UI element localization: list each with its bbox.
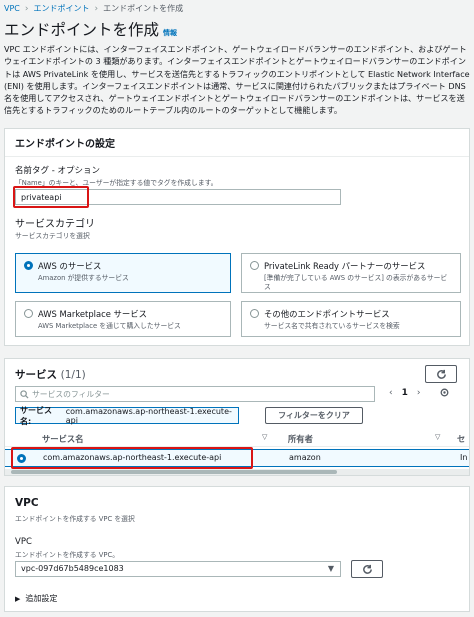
radio-aws-marketplace[interactable]: [24, 309, 33, 318]
tile-sub: サービス名で共有されているサービスを検索: [264, 322, 400, 330]
name-tag-highlight: [13, 186, 89, 208]
tile-title: PrivateLink Ready パートナーのサービス: [264, 261, 426, 271]
tile-privatelink-partner[interactable]: PrivateLink Ready パートナーのサービス [準備が完了している …: [241, 253, 461, 293]
breadcrumb-current: エンドポイントを作成: [103, 4, 184, 13]
col-service-name[interactable]: サービス名: [42, 433, 84, 445]
radio-other-endpoint-services[interactable]: [250, 309, 259, 318]
tile-title: AWS のサービス: [38, 261, 102, 271]
tile-sub: [準備が完了している AWS のサービス] の表示があるサービス: [264, 274, 448, 291]
horizontal-scrollbar[interactable]: [5, 469, 469, 475]
services-refresh-button[interactable]: [425, 365, 457, 383]
pagination: ‹ 1 ›: [389, 387, 450, 398]
col-extra: セ: [457, 434, 466, 444]
scrollbar-thumb[interactable]: [11, 470, 337, 474]
sort-caret-icon[interactable]: ▽: [262, 433, 267, 441]
caret-right-icon: ▶: [15, 594, 21, 603]
endpoint-settings-title: エンドポイントの設定: [5, 129, 469, 157]
services-title: サービス (1/1): [15, 367, 86, 382]
chevron-right-icon[interactable]: ›: [417, 388, 421, 398]
service-filter-placeholder: サービスのフィルター: [32, 390, 110, 399]
tile-aws-marketplace[interactable]: AWS Marketplace サービス AWS Marketplace を通じ…: [15, 301, 231, 337]
chevron-left-icon[interactable]: ‹: [389, 388, 393, 398]
additional-settings-toggle[interactable]: ▶ 追加設定: [15, 593, 57, 604]
filter-token-value: com.amazonaws.ap-northeast-1.execute-api: [65, 406, 232, 425]
filter-token-label: サービス名:: [20, 405, 52, 426]
services-panel: サービス (1/1) サービスのフィルター ‹ 1 › サービス名: com.a…: [4, 358, 470, 476]
breadcrumb-vpc[interactable]: VPC: [4, 4, 20, 13]
tile-aws-services[interactable]: AWS のサービス Amazon が提供するサービス: [15, 253, 231, 293]
endpoint-settings-panel: エンドポイントの設定 名前タグ - オプション 「Name」のキーと、ユーザーが…: [4, 128, 470, 346]
row-extra: In: [460, 453, 468, 462]
sort-caret-icon[interactable]: ▽: [435, 433, 440, 441]
additional-settings-label: 追加設定: [25, 594, 58, 603]
clear-filter-button[interactable]: フィルターをクリア: [265, 407, 363, 424]
row-owner: amazon: [289, 453, 321, 462]
refresh-icon: [436, 369, 446, 379]
tile-title: その他のエンドポイントサービス: [264, 309, 390, 319]
chevron-right-icon: ›: [24, 3, 29, 14]
caret-down-icon: ▼: [327, 564, 334, 573]
vpc-refresh-button[interactable]: [351, 560, 383, 578]
services-count: (1/1): [60, 369, 86, 381]
service-category-hint: サービスカテゴリを選択: [15, 232, 90, 240]
name-tag-label: 名前タグ - オプション: [15, 166, 100, 176]
breadcrumb-endpoints[interactable]: エンドポイント: [34, 3, 90, 14]
page-number[interactable]: 1: [402, 388, 408, 398]
chevron-right-icon: ›: [94, 3, 99, 14]
tile-sub: AWS Marketplace を通じて購入したサービス: [38, 322, 181, 330]
vpc-hint: エンドポイントを作成する VPC を選択: [15, 515, 135, 523]
tile-title: AWS Marketplace サービス: [38, 309, 148, 319]
service-category-label: サービスカテゴリ: [15, 219, 95, 230]
vpc-label: VPC: [15, 537, 32, 547]
page-title-text: エンドポイントを作成: [4, 21, 160, 39]
filter-token: サービス名: com.amazonaws.ap-northeast-1.exec…: [15, 405, 239, 426]
vpc-sub: エンドポイントを作成する VPC。: [15, 551, 120, 559]
vpc-select[interactable]: vpc-097d67b5489ce1083 ▼: [15, 561, 341, 577]
info-link[interactable]: 情報: [163, 28, 177, 38]
refresh-icon: [362, 564, 372, 574]
vpc-panel: VPC エンドポイントを作成する VPC を選択 VPC エンドポイントを作成す…: [4, 486, 470, 612]
gear-icon[interactable]: [439, 387, 450, 398]
page-title: エンドポイントを作成 情報: [4, 18, 177, 40]
breadcrumb: VPC › エンドポイント › エンドポイントを作成: [4, 3, 183, 14]
services-table-header: サービス名 ▽ 所有者 ▽ セ: [5, 432, 469, 447]
service-row-highlight: [11, 447, 253, 469]
page-description: VPC エンドポイントには、インターフェイスエンドポイント、ゲートウェイロードバ…: [4, 44, 470, 116]
col-owner[interactable]: 所有者: [288, 433, 313, 445]
vpc-select-value: vpc-097d67b5489ce1083: [21, 564, 124, 573]
radio-privatelink-partner[interactable]: [250, 261, 259, 270]
vpc-title: VPC: [15, 497, 39, 509]
service-filter-input[interactable]: サービスのフィルター: [15, 386, 375, 402]
tile-other-endpoint-services[interactable]: その他のエンドポイントサービス サービス名で共有されているサービスを検索: [241, 301, 461, 337]
tile-sub: Amazon が提供するサービス: [38, 274, 129, 282]
radio-aws-services[interactable]: [24, 261, 33, 270]
services-title-text: サービス: [15, 369, 57, 381]
search-icon: [20, 390, 29, 399]
